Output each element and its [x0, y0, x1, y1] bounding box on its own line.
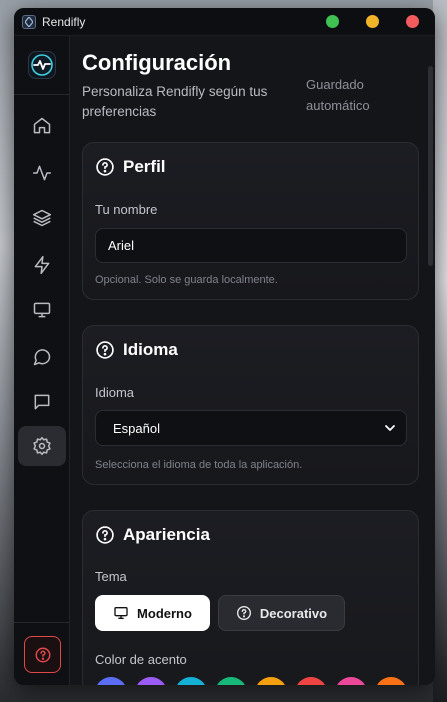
sidebar-item-settings[interactable]	[18, 426, 66, 466]
language-select[interactable]: Español	[95, 410, 407, 446]
help-circle-icon	[96, 158, 114, 176]
language-card-title: Idioma	[95, 340, 178, 360]
page-subtitle: Personaliza Rendifly según tus preferenc…	[82, 84, 268, 119]
message-square-icon	[34, 394, 50, 410]
scrollbar[interactable]	[428, 66, 433, 266]
sidebar-item-monitor[interactable]	[18, 290, 66, 330]
accent-swatch-amber[interactable]	[255, 677, 287, 685]
sidebar-divider	[14, 94, 69, 95]
accent-swatch-indigo[interactable]	[95, 677, 127, 685]
help-circle-icon	[96, 526, 114, 544]
minimize-button[interactable]	[366, 15, 379, 28]
appearance-title-text: Apariencia	[123, 525, 210, 544]
name-input[interactable]: Ariel	[95, 228, 407, 263]
accent-color-swatches	[95, 677, 407, 685]
theme-decorative-button[interactable]: Decorativo	[218, 595, 345, 631]
name-hint: Opcional. Solo se guarda localmente.	[95, 274, 278, 286]
close-button[interactable]	[406, 15, 419, 28]
sidebar-item-layers[interactable]	[18, 198, 66, 238]
help-circle-icon	[236, 606, 251, 620]
language-label: Idioma	[95, 385, 135, 400]
sidebar	[14, 36, 70, 685]
accent-swatch-orange[interactable]	[375, 677, 407, 685]
title-bar: Rendifly	[14, 8, 435, 36]
profile-title-text: Perfil	[123, 157, 166, 176]
accent-swatch-green[interactable]	[215, 677, 247, 685]
help-button[interactable]	[24, 636, 61, 673]
theme-decorative-label: Decorativo	[259, 605, 328, 621]
chevron-down-icon	[385, 425, 395, 431]
help-circle-icon	[96, 341, 114, 359]
gear-icon	[33, 436, 51, 456]
sidebar-item-performance[interactable]	[18, 245, 66, 285]
theme-label: Tema	[95, 569, 127, 584]
theme-modern-label: Moderno	[137, 605, 192, 621]
message-circle-icon	[33, 349, 51, 366]
profile-card-title: Perfil	[95, 157, 166, 177]
zap-icon	[34, 255, 50, 275]
sidebar-item-messages[interactable]	[18, 382, 66, 422]
profile-card: Perfil Tu nombre Ariel Opcional. Solo se…	[82, 142, 419, 300]
language-title-text: Idioma	[123, 340, 178, 359]
monitor-icon	[33, 302, 51, 318]
autosave-status: Guardado automático	[306, 77, 370, 113]
language-select-value: Español	[113, 420, 160, 436]
home-icon	[33, 117, 51, 134]
theme-modern-button[interactable]: Moderno	[95, 595, 210, 631]
window-title: Rendifly	[42, 14, 86, 29]
sidebar-item-home[interactable]	[18, 106, 66, 146]
help-circle-icon	[35, 647, 50, 662]
accent-swatch-pink[interactable]	[335, 677, 367, 685]
page-title: Configuración	[82, 50, 232, 75]
sidebar-divider	[14, 622, 69, 623]
monitor-icon	[114, 607, 128, 619]
app-icon	[22, 14, 36, 29]
desktop-background	[433, 0, 447, 702]
language-card: Idioma Idioma Español Selecciona el idio…	[82, 325, 419, 485]
accent-swatch-cyan[interactable]	[175, 677, 207, 685]
appearance-card-title: Apariencia	[95, 525, 210, 545]
activity-icon	[32, 165, 52, 181]
sidebar-item-activity[interactable]	[18, 153, 66, 193]
app-window: Rendifly Configuración Personaliza Rendi…	[14, 8, 435, 685]
accent-swatch-purple[interactable]	[135, 677, 167, 685]
layers-icon	[32, 209, 52, 227]
app-logo[interactable]	[28, 51, 56, 79]
accent-swatch-red[interactable]	[295, 677, 327, 685]
accent-color-label: Color de acento	[95, 652, 187, 667]
maximize-button[interactable]	[326, 15, 339, 28]
language-hint: Selecciona el idioma de toda la aplicaci…	[95, 459, 303, 471]
window-controls	[326, 15, 419, 28]
appearance-card: Apariencia Tema Moderno Decorativo Color…	[82, 510, 419, 685]
settings-panel: Configuración Personaliza Rendifly según…	[71, 36, 435, 685]
sidebar-item-chat[interactable]	[18, 337, 66, 377]
name-label: Tu nombre	[95, 202, 158, 217]
